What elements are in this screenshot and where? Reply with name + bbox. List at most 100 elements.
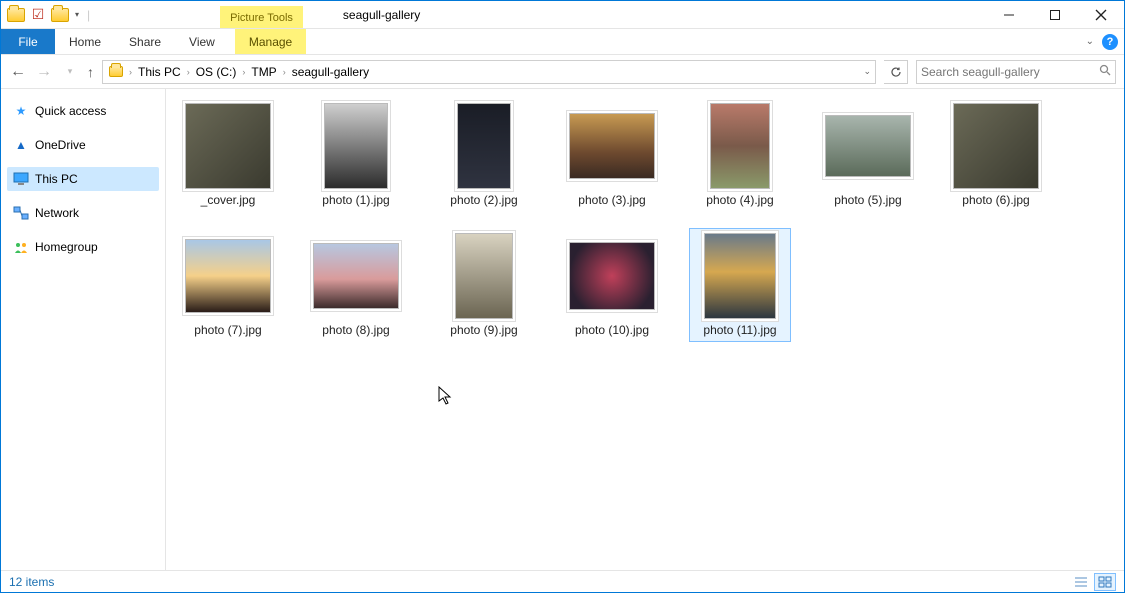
up-button[interactable]: ↑ — [87, 64, 94, 80]
file-label: photo (4).jpg — [706, 193, 773, 207]
ribbon-tab-home[interactable]: Home — [55, 35, 115, 49]
chevron-right-icon[interactable]: › — [242, 67, 245, 77]
file-thumbnail — [825, 103, 911, 189]
file-item[interactable]: photo (5).jpg — [818, 99, 918, 211]
file-thumbnail — [441, 233, 527, 319]
qat-dropdown-icon[interactable]: ▾ — [75, 10, 79, 19]
file-label: _cover.jpg — [201, 193, 256, 207]
expand-ribbon-icon[interactable]: ⌄ — [1086, 36, 1094, 47]
file-label: photo (8).jpg — [322, 323, 389, 337]
contextual-tab-label: Picture Tools — [220, 6, 303, 28]
file-item[interactable]: photo (10).jpg — [562, 229, 662, 341]
search-icon[interactable] — [1099, 64, 1111, 79]
properties-icon[interactable]: ☑ — [29, 6, 47, 24]
file-thumbnail — [569, 103, 655, 189]
chevron-right-icon[interactable]: › — [187, 67, 190, 77]
file-item[interactable]: photo (9).jpg — [434, 229, 534, 341]
sidebar-item-onedrive[interactable]: ▲OneDrive — [7, 133, 159, 157]
maximize-button[interactable] — [1032, 1, 1078, 29]
ribbon: File HomeShareView Manage ⌄ ? — [1, 29, 1124, 55]
navigation-bar: ← → ▾ ↑ › This PC›OS (C:)›TMP›seagull-ga… — [1, 55, 1124, 89]
file-gallery: _cover.jpg photo (1).jpg photo (2).jpg phot… — [178, 99, 1112, 341]
address-dropdown-icon[interactable]: ⌄ — [863, 66, 871, 77]
folder-icon[interactable] — [51, 6, 69, 24]
item-count-label: 12 items — [9, 575, 54, 589]
ribbon-tab-manage[interactable]: Manage — [235, 29, 306, 54]
ribbon-tab-view[interactable]: View — [175, 35, 229, 49]
chevron-right-icon[interactable]: › — [283, 67, 286, 77]
folder-icon — [107, 63, 125, 81]
file-label: photo (9).jpg — [450, 323, 517, 337]
file-label: photo (3).jpg — [578, 193, 645, 207]
sidebar-item-label: Homegroup — [35, 240, 98, 254]
file-label: photo (1).jpg — [322, 193, 389, 207]
file-item[interactable]: photo (3).jpg — [562, 99, 662, 211]
sidebar-item-homegroup[interactable]: Homegroup — [7, 235, 159, 259]
home-icon — [13, 239, 29, 255]
file-item[interactable]: _cover.jpg — [178, 99, 278, 211]
file-thumbnail — [185, 103, 271, 189]
file-pane[interactable]: _cover.jpg photo (1).jpg photo (2).jpg phot… — [166, 89, 1124, 570]
file-thumbnail — [569, 233, 655, 319]
close-button[interactable] — [1078, 1, 1124, 29]
forward-button[interactable]: → — [35, 63, 53, 81]
back-button[interactable]: ← — [9, 63, 27, 81]
file-thumbnail — [185, 233, 271, 319]
search-input[interactable] — [921, 65, 1095, 79]
breadcrumb-segment[interactable]: This PC — [136, 65, 183, 79]
sidebar-item-label: OneDrive — [35, 138, 86, 152]
folder-icon[interactable] — [7, 6, 25, 24]
monitor-icon — [13, 171, 29, 187]
search-box[interactable] — [916, 60, 1116, 84]
file-thumbnail — [313, 233, 399, 319]
window-title: seagull-gallery — [343, 8, 420, 22]
address-bar[interactable]: › This PC›OS (C:)›TMP›seagull-gallery ⌄ — [102, 60, 876, 84]
file-item[interactable]: photo (1).jpg — [306, 99, 406, 211]
network-icon — [13, 205, 29, 221]
minimize-button[interactable] — [986, 1, 1032, 29]
file-thumbnail — [953, 103, 1039, 189]
separator: | — [87, 8, 90, 22]
quick-access-toolbar: ☑ ▾ | — [1, 1, 100, 28]
sidebar-item-label: Quick access — [35, 104, 106, 118]
ribbon-tab-share[interactable]: Share — [115, 35, 175, 49]
navigation-pane: ★Quick access ▲OneDrive This PC Network Home… — [1, 89, 166, 570]
thumbnails-view-button[interactable] — [1094, 573, 1116, 591]
sidebar-item-label: Network — [35, 206, 79, 220]
sidebar-item-label: This PC — [35, 172, 78, 186]
breadcrumb-segment[interactable]: TMP — [249, 65, 278, 79]
sidebar-item-network[interactable]: Network — [7, 201, 159, 225]
maximize-icon — [1049, 9, 1061, 21]
details-view-icon — [1074, 576, 1088, 588]
file-thumbnail — [441, 103, 527, 189]
file-item[interactable]: photo (6).jpg — [946, 99, 1046, 211]
content-area: ★Quick access ▲OneDrive This PC Network Home… — [1, 89, 1124, 570]
sidebar-item-this-pc[interactable]: This PC — [7, 167, 159, 191]
breadcrumb-segment[interactable]: OS (C:) — [194, 65, 239, 79]
file-label: photo (5).jpg — [834, 193, 901, 207]
file-label: photo (10).jpg — [575, 323, 649, 337]
details-view-button[interactable] — [1070, 573, 1092, 591]
file-item[interactable]: photo (4).jpg — [690, 99, 790, 211]
title-bar: ☑ ▾ | Picture Tools seagull-gallery — [1, 1, 1124, 29]
file-label: photo (2).jpg — [450, 193, 517, 207]
refresh-button[interactable] — [884, 60, 908, 84]
sidebar-item-quick-access[interactable]: ★Quick access — [7, 99, 159, 123]
file-label: photo (7).jpg — [194, 323, 261, 337]
chevron-right-icon[interactable]: › — [129, 67, 132, 77]
help-icon[interactable]: ? — [1102, 34, 1118, 50]
file-menu-button[interactable]: File — [1, 29, 55, 54]
breadcrumb-segment[interactable]: seagull-gallery — [290, 65, 371, 79]
file-thumbnail — [313, 103, 399, 189]
history-dropdown-icon[interactable]: ▾ — [61, 66, 79, 77]
file-label: photo (11).jpg — [703, 323, 776, 337]
refresh-icon — [890, 66, 902, 78]
file-item[interactable]: photo (8).jpg — [306, 229, 406, 341]
file-item[interactable]: photo (2).jpg — [434, 99, 534, 211]
close-icon — [1095, 9, 1107, 21]
status-bar: 12 items — [1, 570, 1124, 592]
file-label: photo (6).jpg — [962, 193, 1029, 207]
file-thumbnail — [697, 233, 783, 319]
file-item[interactable]: photo (11).jpg — [690, 229, 790, 341]
file-item[interactable]: photo (7).jpg — [178, 229, 278, 341]
